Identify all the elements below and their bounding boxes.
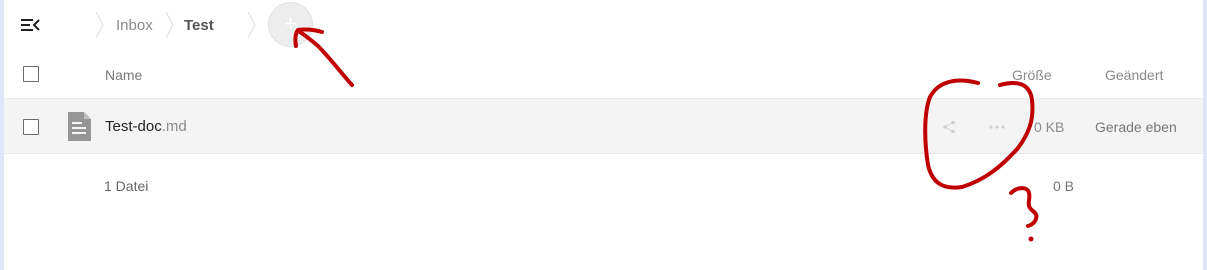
breadcrumb-separator-icon [95, 11, 104, 39]
more-icon[interactable] [986, 118, 1008, 136]
table-row[interactable]: Test-doc.md 0 KB Gerade eben [4, 99, 1203, 154]
file-modified: Gerade eben [1095, 119, 1177, 135]
annotation-question-dot [1028, 236, 1034, 242]
menu-collapse-icon[interactable] [18, 14, 42, 36]
column-header-size[interactable]: Größe [1012, 67, 1052, 83]
text-file-icon [68, 112, 91, 141]
right-window-edge [1203, 0, 1207, 270]
new-item-button[interactable]: + [268, 2, 313, 47]
file-size: 0 KB [1034, 119, 1065, 135]
share-icon[interactable] [941, 119, 957, 135]
select-all-checkbox[interactable] [23, 66, 39, 82]
file-count: 1 Datei [104, 178, 149, 194]
plus-icon: + [284, 11, 297, 36]
total-size: 0 B [1053, 178, 1075, 194]
file-name[interactable]: Test-doc.md [105, 118, 187, 135]
breadcrumb-separator-icon [247, 11, 256, 39]
table-header: Name Größe Geändert [4, 50, 1203, 99]
column-header-name[interactable]: Name [105, 67, 142, 83]
breadcrumb-separator-icon [165, 11, 174, 39]
file-extension: .md [161, 118, 187, 135]
row-select-checkbox[interactable] [23, 119, 39, 135]
column-header-modified[interactable]: Geändert [1105, 67, 1163, 83]
file-name-base: Test-doc [105, 118, 162, 135]
top-bar: Inbox Test + [4, 0, 1203, 50]
table-summary: 1 Datei 0 B [4, 154, 1203, 218]
breadcrumb-test[interactable]: Test [184, 17, 214, 34]
breadcrumb-inbox[interactable]: Inbox [116, 17, 153, 34]
